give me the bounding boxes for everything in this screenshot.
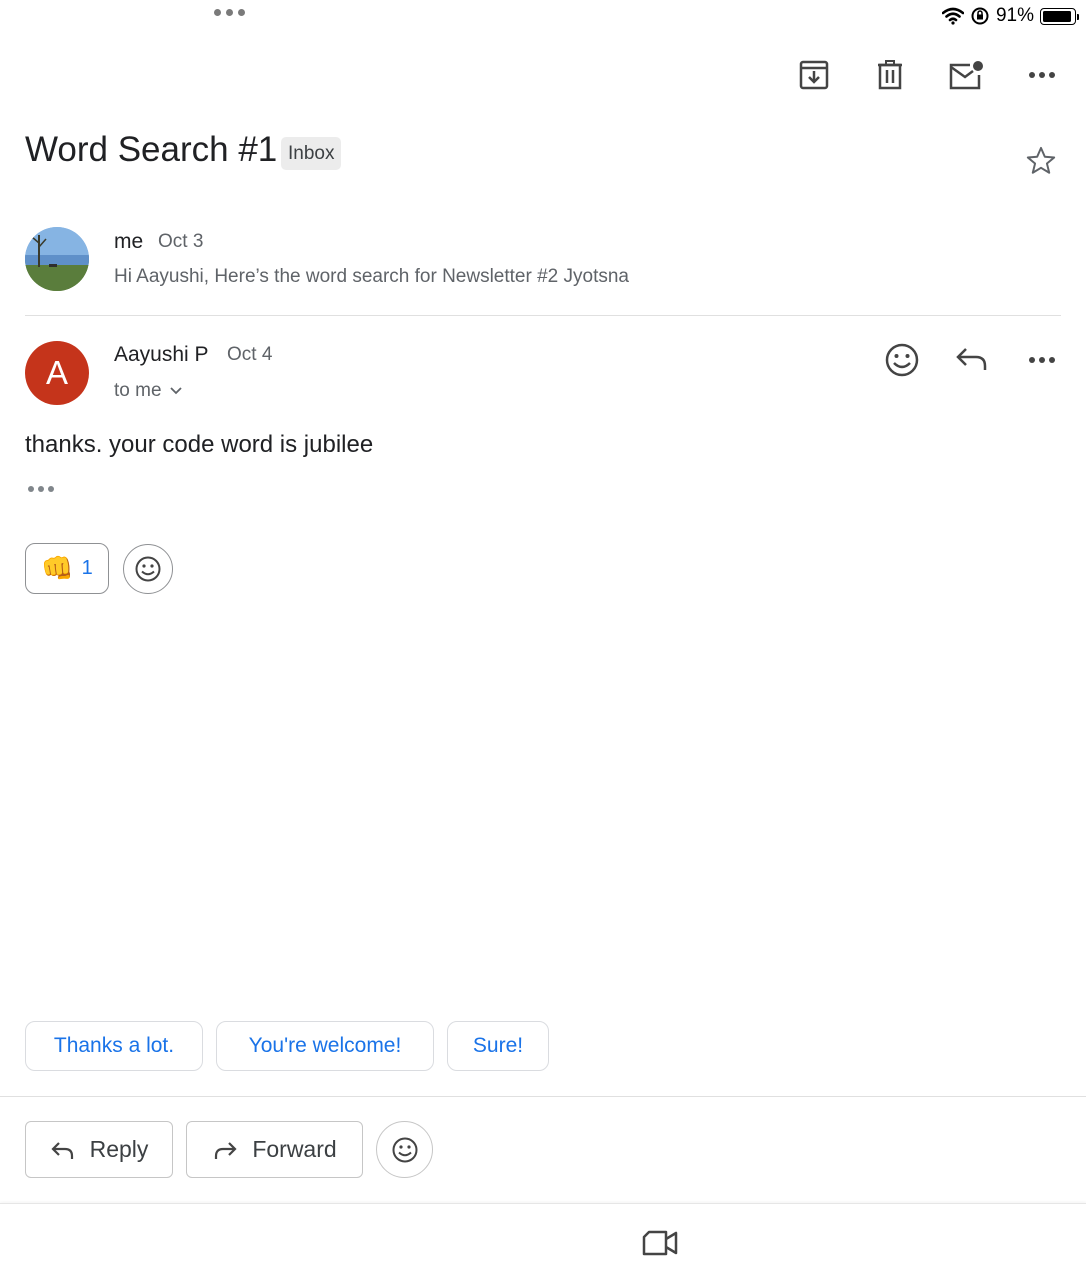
divider: [25, 315, 1061, 316]
more-horizontal-icon: [1029, 72, 1055, 78]
meet-tab[interactable]: [640, 1225, 680, 1261]
reaction-emoji: 👊: [41, 553, 74, 583]
forward-label: Forward: [252, 1136, 337, 1162]
archive-button[interactable]: [794, 55, 834, 95]
sender-name[interactable]: Aayushi P: [114, 343, 209, 367]
orientation-lock-icon: [971, 7, 989, 25]
smiley-icon: [135, 556, 161, 582]
reply-button[interactable]: [954, 342, 992, 378]
react-emoji-button[interactable]: [376, 1121, 433, 1178]
forward-action-button[interactable]: Forward: [186, 1121, 363, 1178]
star-button[interactable]: [1024, 144, 1058, 178]
divider: [0, 1096, 1086, 1097]
message-more-button[interactable]: [1022, 345, 1062, 375]
status-bar-right: 91%: [941, 4, 1079, 28]
avatar[interactable]: A: [25, 341, 89, 405]
smiley-icon: [885, 343, 919, 377]
message-collapsed[interactable]: me Oct 3 Hi Aayushi, Here’s the word sea…: [0, 215, 1086, 315]
smart-reply-chip[interactable]: Thanks a lot.: [25, 1021, 203, 1071]
reaction-count: 1: [81, 557, 93, 579]
label-chip[interactable]: Inbox: [281, 137, 342, 170]
message-snippet: Hi Aayushi, Here’s the word search for N…: [114, 266, 629, 287]
video-camera-icon: [642, 1230, 678, 1256]
mail-unread-icon: [949, 61, 983, 90]
sender-name: me: [114, 230, 144, 253]
mark-unread-button[interactable]: [946, 55, 986, 95]
more-options-button[interactable]: [1022, 55, 1062, 95]
show-trimmed-content-button[interactable]: [28, 486, 54, 492]
star-icon: [1026, 146, 1056, 174]
forward-icon: [215, 1141, 237, 1159]
battery-icon: [1040, 7, 1079, 25]
smart-reply-chip[interactable]: You're welcome!: [216, 1021, 434, 1071]
add-reaction-button[interactable]: [123, 544, 173, 594]
recipient-line: to me: [114, 380, 162, 401]
bottom-navigation-bar: [0, 1203, 1086, 1281]
smart-reply-chip[interactable]: Sure!: [447, 1021, 549, 1071]
add-reaction-button[interactable]: [882, 340, 922, 380]
delete-button[interactable]: [870, 55, 910, 95]
multitasking-dots[interactable]: [214, 9, 245, 16]
reply-icon: [956, 348, 987, 370]
wifi-icon: [941, 7, 964, 25]
reply-icon: [51, 1141, 73, 1159]
chevron-down-icon: [169, 387, 182, 395]
smiley-icon: [392, 1137, 417, 1162]
avatar-photo: [25, 227, 89, 291]
message-date: Oct 4: [227, 344, 273, 365]
avatar: [25, 227, 89, 291]
reply-action-button[interactable]: Reply: [25, 1121, 173, 1178]
reply-label: Reply: [89, 1136, 149, 1162]
subject-title: Word Search #1: [25, 130, 278, 169]
battery-percent: 91%: [995, 5, 1034, 26]
archive-icon: [799, 60, 829, 90]
recipient-details-toggle[interactable]: to me: [114, 380, 182, 402]
reaction-chip[interactable]: 👊 1: [25, 543, 109, 594]
message-date: Oct 3: [158, 231, 204, 252]
more-horizontal-icon: [1029, 357, 1055, 363]
trash-icon: [878, 60, 902, 90]
message-body: thanks. your code word is jubilee: [25, 431, 374, 458]
